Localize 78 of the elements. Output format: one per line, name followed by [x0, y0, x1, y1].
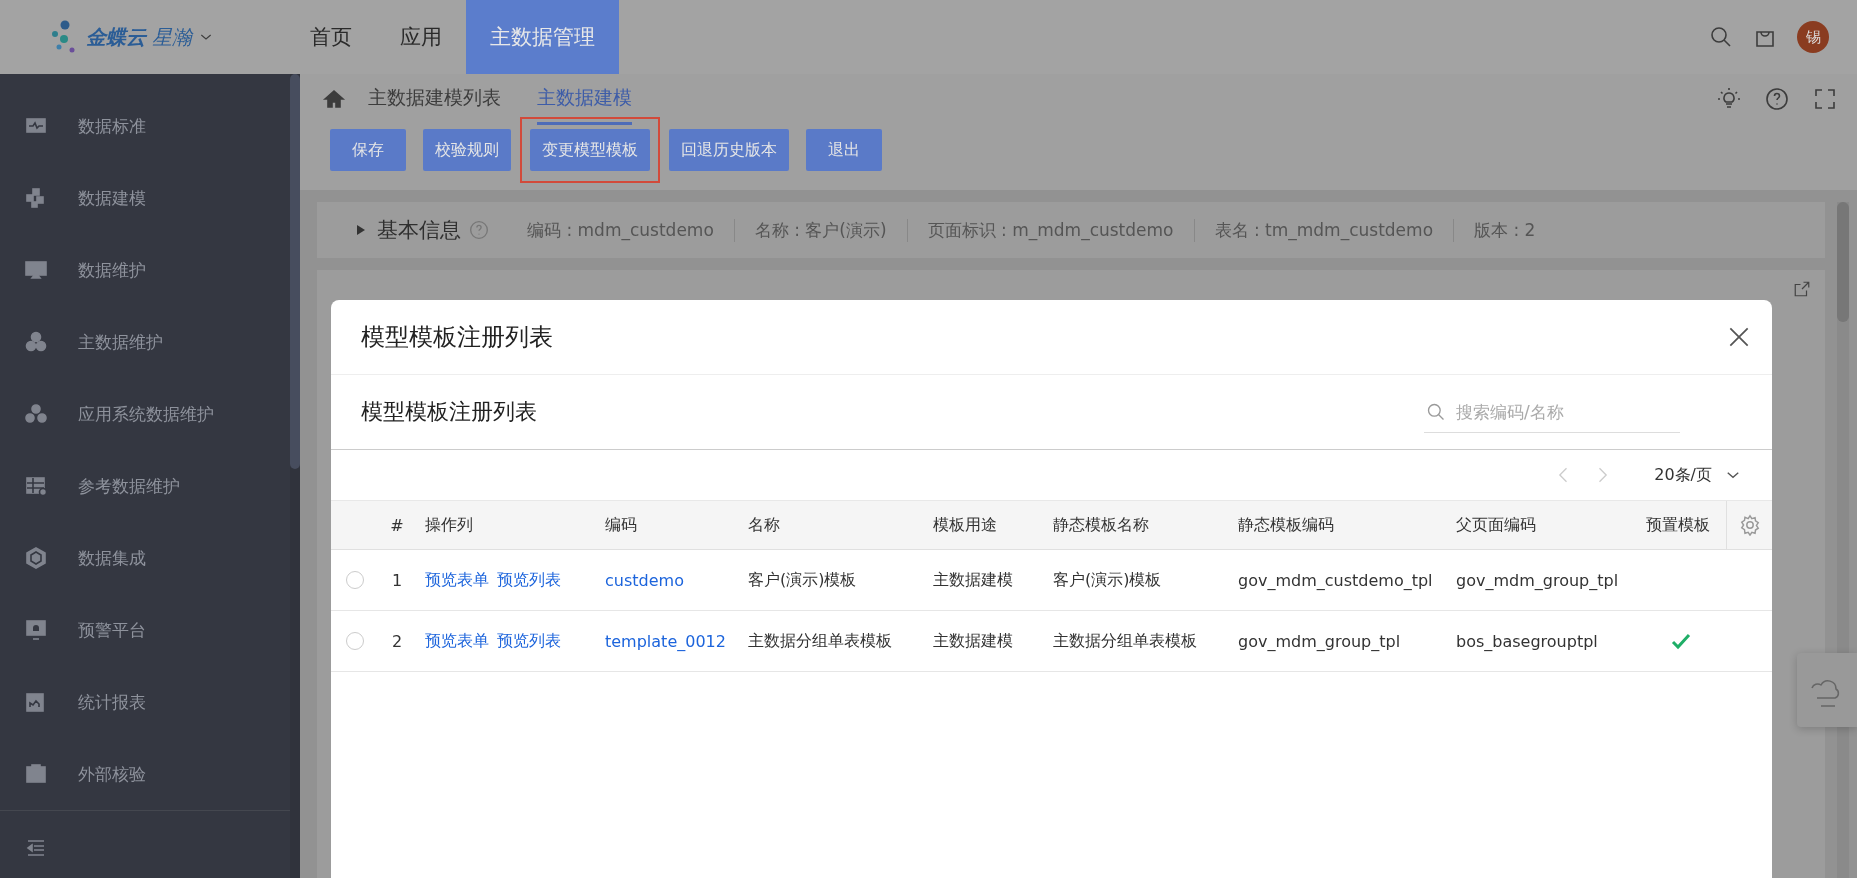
- info-field: 表名 : tm_mdm_custdemo: [1193, 218, 1454, 242]
- column-header: #: [389, 515, 405, 535]
- nav-tab[interactable]: 首页: [286, 0, 376, 74]
- page-tab[interactable]: 主数据建模列表: [368, 73, 501, 125]
- action-link[interactable]: 预览列表: [497, 569, 561, 591]
- alarm-screen-icon: [24, 618, 48, 642]
- table-cell-text: gov_mdm_custdemo_tpl: [1237, 570, 1434, 590]
- sidebar-item[interactable]: 统计报表: [0, 666, 290, 738]
- row-radio[interactable]: [346, 571, 364, 589]
- column-header: 父页面编码: [1455, 514, 1537, 536]
- circles-icon: [24, 330, 48, 354]
- toolbar-button[interactable]: 退出: [806, 129, 882, 171]
- info-field: 页面标识 : m_mdm_custdemo: [906, 218, 1194, 242]
- info-field: 名称 : 客户(演示): [733, 218, 907, 242]
- table-cell-text: gov_mdm_group_tpl: [1455, 570, 1620, 590]
- column-header: 静态模板编码: [1237, 514, 1335, 536]
- sidebar-item[interactable]: 主数据维护: [0, 306, 290, 378]
- table-cell-text: 1: [390, 570, 404, 590]
- sidebar-item[interactable]: 数据集成: [0, 522, 290, 594]
- cube-icon: [24, 546, 48, 570]
- table-cell-text: 主数据分组单表模板: [747, 630, 893, 652]
- table-cell-text: 主数据分组单表模板: [1052, 630, 1198, 652]
- screen-icon: [24, 258, 48, 282]
- row-radio[interactable]: [346, 632, 364, 650]
- column-header: 编码: [604, 514, 638, 536]
- table-cell-text: 客户(演示)模板: [1052, 569, 1163, 591]
- search-field[interactable]: 搜索编码/名称: [1454, 400, 1678, 423]
- help-icon[interactable]: [1765, 87, 1789, 111]
- home-icon[interactable]: [322, 87, 346, 111]
- sidebar-item[interactable]: 数据标准: [0, 90, 290, 162]
- section-title: 基本信息: [377, 217, 461, 244]
- table-cell-text: 客户(演示)模板: [747, 569, 858, 591]
- action-link[interactable]: 预览表单: [425, 630, 489, 652]
- sidebar-item[interactable]: 数据维护: [0, 234, 290, 306]
- settings-icon[interactable]: [1738, 514, 1761, 536]
- lightbulb-icon[interactable]: [1717, 87, 1741, 111]
- search-icon: [1426, 401, 1446, 422]
- circles-icon: [24, 402, 48, 426]
- code-link[interactable]: template_0012: [595, 631, 738, 651]
- toolbar-button[interactable]: 校验规则: [423, 129, 511, 171]
- sidebar-item[interactable]: 外部核验: [0, 738, 290, 810]
- external-link-icon[interactable]: [1793, 280, 1811, 298]
- toolbar-button[interactable]: 变更模型模板: [530, 129, 650, 171]
- brand-name: 金蝶云: [86, 23, 146, 51]
- column-header: 模板用途: [932, 514, 998, 536]
- table-cell-text: 主数据建模: [932, 569, 1014, 591]
- info-field: 编码 : mdm_custdemo: [507, 218, 734, 242]
- toolbar-button[interactable]: 回退历史版本: [669, 129, 789, 171]
- list-title: 模型模板注册列表: [361, 398, 537, 426]
- product-name: 星瀚: [152, 23, 192, 51]
- toolbar-button[interactable]: 保存: [330, 129, 406, 171]
- column-header: 操作列: [424, 514, 474, 536]
- sidebar-item[interactable]: 数据建模: [0, 162, 290, 234]
- nav-tab[interactable]: 应用: [376, 0, 466, 74]
- action-link[interactable]: 预览表单: [425, 569, 489, 591]
- search-icon[interactable]: [1709, 25, 1733, 49]
- table-cell-text: 2: [390, 631, 404, 651]
- sidebar-item[interactable]: 参考数据维护: [0, 450, 290, 522]
- table-cell-text: gov_mdm_group_tpl: [1237, 631, 1402, 651]
- sidebar-item[interactable]: 预警平台: [0, 594, 290, 666]
- caret-right-icon[interactable]: [355, 224, 367, 236]
- action-link[interactable]: 预览列表: [497, 630, 561, 652]
- column-header: 静态模板名称: [1052, 514, 1150, 536]
- fullscreen-icon[interactable]: [1813, 87, 1837, 111]
- table-cell-text: 主数据建模: [932, 630, 1014, 652]
- page-size-select[interactable]: 20条/页: [1654, 464, 1742, 486]
- code-link[interactable]: custdemo: [595, 570, 738, 590]
- help-icon: [469, 220, 489, 240]
- table-cell-text: bos_basegrouptpl: [1455, 631, 1599, 651]
- page-tab[interactable]: 主数据建模: [537, 73, 632, 125]
- sidebar-item[interactable]: 应用系统数据维护: [0, 378, 290, 450]
- dialog-title: 模型模板注册列表: [361, 322, 553, 353]
- table-icon: [24, 474, 48, 498]
- column-header: 预置模板: [1645, 514, 1711, 536]
- column-header: 名称: [747, 514, 781, 536]
- nav-tab[interactable]: 主数据管理: [466, 0, 619, 74]
- info-field: 版本 : 2: [1453, 218, 1556, 242]
- user-avatar[interactable]: 锡: [1797, 21, 1829, 53]
